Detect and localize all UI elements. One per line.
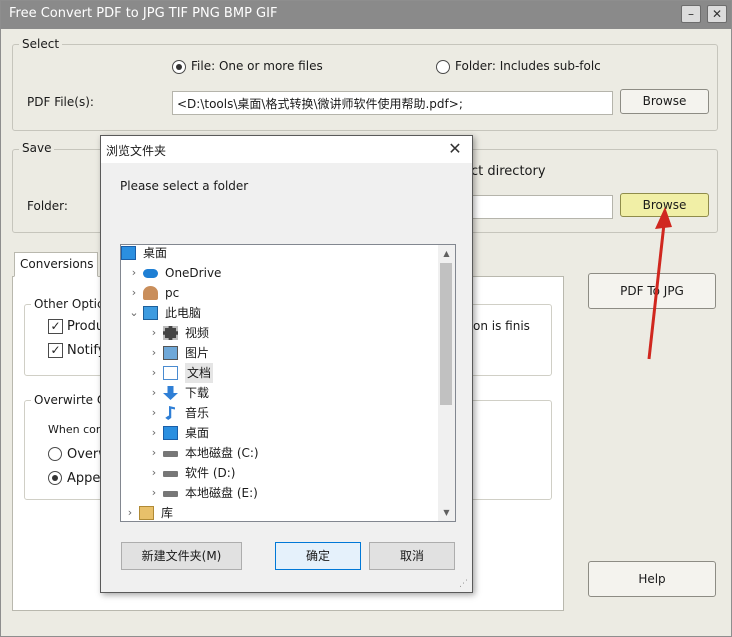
chevron-right-icon[interactable]: › (149, 363, 159, 383)
tab-conversions[interactable]: Conversions (14, 252, 98, 277)
scroll-down-icon[interactable]: ▼ (438, 504, 455, 521)
tree-item-label: 本地磁盘 (E:) (185, 486, 258, 500)
save-group-label: Save (19, 141, 55, 155)
dialog-title-bar: 浏览文件夹 ✕ (101, 136, 472, 163)
produce-label: Produ (67, 319, 105, 334)
ok-button[interactable]: 确定 (275, 542, 361, 570)
chevron-right-icon[interactable]: › (149, 463, 159, 483)
dialog-title: 浏览文件夹 (106, 144, 167, 158)
tree-item[interactable]: › 视频 (121, 323, 437, 343)
dialog-instruction: Please select a folder (120, 179, 249, 193)
tree-item[interactable]: › 文档 (121, 363, 437, 383)
folder-label: Folder: (27, 199, 68, 213)
select-group (12, 44, 718, 131)
scroll-thumb[interactable] (440, 263, 452, 405)
tree-item-label: 桌面 (185, 426, 210, 440)
chevron-down-icon[interactable]: ⌄ (129, 303, 139, 323)
overwrite-label: Overwirte O (31, 393, 110, 407)
tree-item[interactable]: › 本地磁盘 (C:) (121, 443, 437, 463)
chevron-right-icon[interactable]: › (149, 323, 159, 343)
tree-item-label: 文档 (185, 363, 214, 383)
document-icon (163, 366, 178, 380)
folder-radio[interactable] (436, 60, 450, 74)
tree-item-label: 视频 (185, 326, 210, 340)
tree-item-label: 此电脑 (165, 306, 202, 320)
close-button[interactable]: ✕ (707, 5, 727, 23)
folder-input[interactable] (471, 195, 613, 219)
drive-icon (163, 471, 178, 477)
drive-icon (163, 491, 178, 497)
computer-icon (143, 306, 158, 320)
select-browse-button[interactable]: Browse (620, 89, 709, 114)
scroll-up-icon[interactable]: ▲ (438, 245, 455, 262)
select-directory-label: ect directory (463, 164, 546, 179)
music-icon (165, 406, 175, 420)
chevron-right-icon[interactable]: › (125, 503, 135, 521)
library-icon (139, 506, 154, 520)
desktop-icon (121, 246, 136, 260)
chevron-right-icon[interactable]: › (149, 443, 159, 463)
select-group-label: Select (19, 37, 63, 51)
file-option-label: File: One or more files (191, 59, 323, 73)
tree-item-label: 桌面 (143, 246, 168, 260)
picture-icon (163, 346, 178, 360)
cloud-icon (143, 269, 158, 278)
resize-grip-icon[interactable]: ⋰ (459, 579, 469, 589)
tree-scrollbar[interactable]: ▲ ▼ (438, 245, 455, 521)
dialog-close-icon[interactable]: ✕ (444, 139, 466, 159)
tree-item[interactable]: › 桌面 (121, 423, 437, 443)
tree-item[interactable]: › 本地磁盘 (E:) (121, 483, 437, 503)
file-radio[interactable] (172, 60, 186, 74)
minimize-button[interactable]: – (681, 5, 701, 23)
tree-item[interactable]: › OneDrive (121, 263, 437, 283)
tree-item-label: 本地磁盘 (C:) (185, 446, 259, 460)
overwrite-radio[interactable] (48, 447, 62, 461)
user-icon (143, 286, 158, 300)
folder-option-label: Folder: Includes sub-folc (455, 59, 601, 73)
browse-folder-dialog: 浏览文件夹 ✕ Please select a folder 桌面 › OneDri… (100, 135, 473, 593)
chevron-right-icon[interactable]: › (149, 383, 159, 403)
tree-item[interactable]: › 音乐 (121, 403, 437, 423)
produce-checkbox[interactable]: ✓ (48, 319, 63, 334)
pdf-files-label: PDF File(s): (27, 95, 94, 109)
chevron-right-icon[interactable]: › (149, 403, 159, 423)
tree-item[interactable]: 桌面 (121, 245, 437, 263)
pdf-files-input[interactable]: <D:\tools\桌面\格式转换\微讲师软件使用帮助.pdf>; (172, 91, 613, 115)
other-options-label: Other Optic (31, 297, 107, 311)
download-icon (163, 386, 178, 400)
tree-item-label: 图片 (185, 346, 210, 360)
title-bar: Free Convert PDF to JPG TIF PNG BMP GIF … (1, 1, 731, 29)
chevron-right-icon[interactable]: › (129, 283, 139, 303)
tree-item-label: 下载 (185, 386, 210, 400)
chevron-right-icon[interactable]: › (149, 423, 159, 443)
tree-item-label: 库 (161, 506, 174, 520)
tree-item[interactable]: › pc (121, 283, 437, 303)
cancel-button[interactable]: 取消 (369, 542, 455, 570)
tree-item-label: pc (165, 286, 180, 300)
tree-item[interactable]: › 图片 (121, 343, 437, 363)
tree-item[interactable]: › 库 (121, 503, 437, 521)
video-icon (163, 326, 178, 340)
help-button[interactable]: Help (588, 561, 716, 597)
tree-item-label: 音乐 (185, 406, 210, 420)
tree-item-label: OneDrive (165, 266, 222, 280)
chevron-right-icon[interactable]: › (149, 343, 159, 363)
append-radio[interactable] (48, 471, 62, 485)
desktop-icon (163, 426, 178, 440)
tree-item[interactable]: ⌄ 此电脑 (121, 303, 437, 323)
drive-icon (163, 451, 178, 457)
finish-label: on is finis (473, 319, 530, 333)
tree-item[interactable]: › 下载 (121, 383, 437, 403)
chevron-right-icon[interactable]: › (149, 483, 159, 503)
folder-tree[interactable]: 桌面 › OneDrive › pc ⌄ 此电脑 › 视频 › 图片 › 文档 › 下载 › 音乐 › 桌面 › 本地磁… (120, 244, 456, 522)
tree-item-label: 软件 (D:) (185, 466, 236, 480)
annotation-arrow-icon (647, 207, 672, 360)
notify-checkbox[interactable]: ✓ (48, 343, 63, 358)
window-title: Free Convert PDF to JPG TIF PNG BMP GIF (9, 6, 278, 21)
new-folder-button[interactable]: 新建文件夹(M) (121, 542, 242, 570)
chevron-right-icon[interactable]: › (129, 263, 139, 283)
tree-item[interactable]: › 软件 (D:) (121, 463, 437, 483)
